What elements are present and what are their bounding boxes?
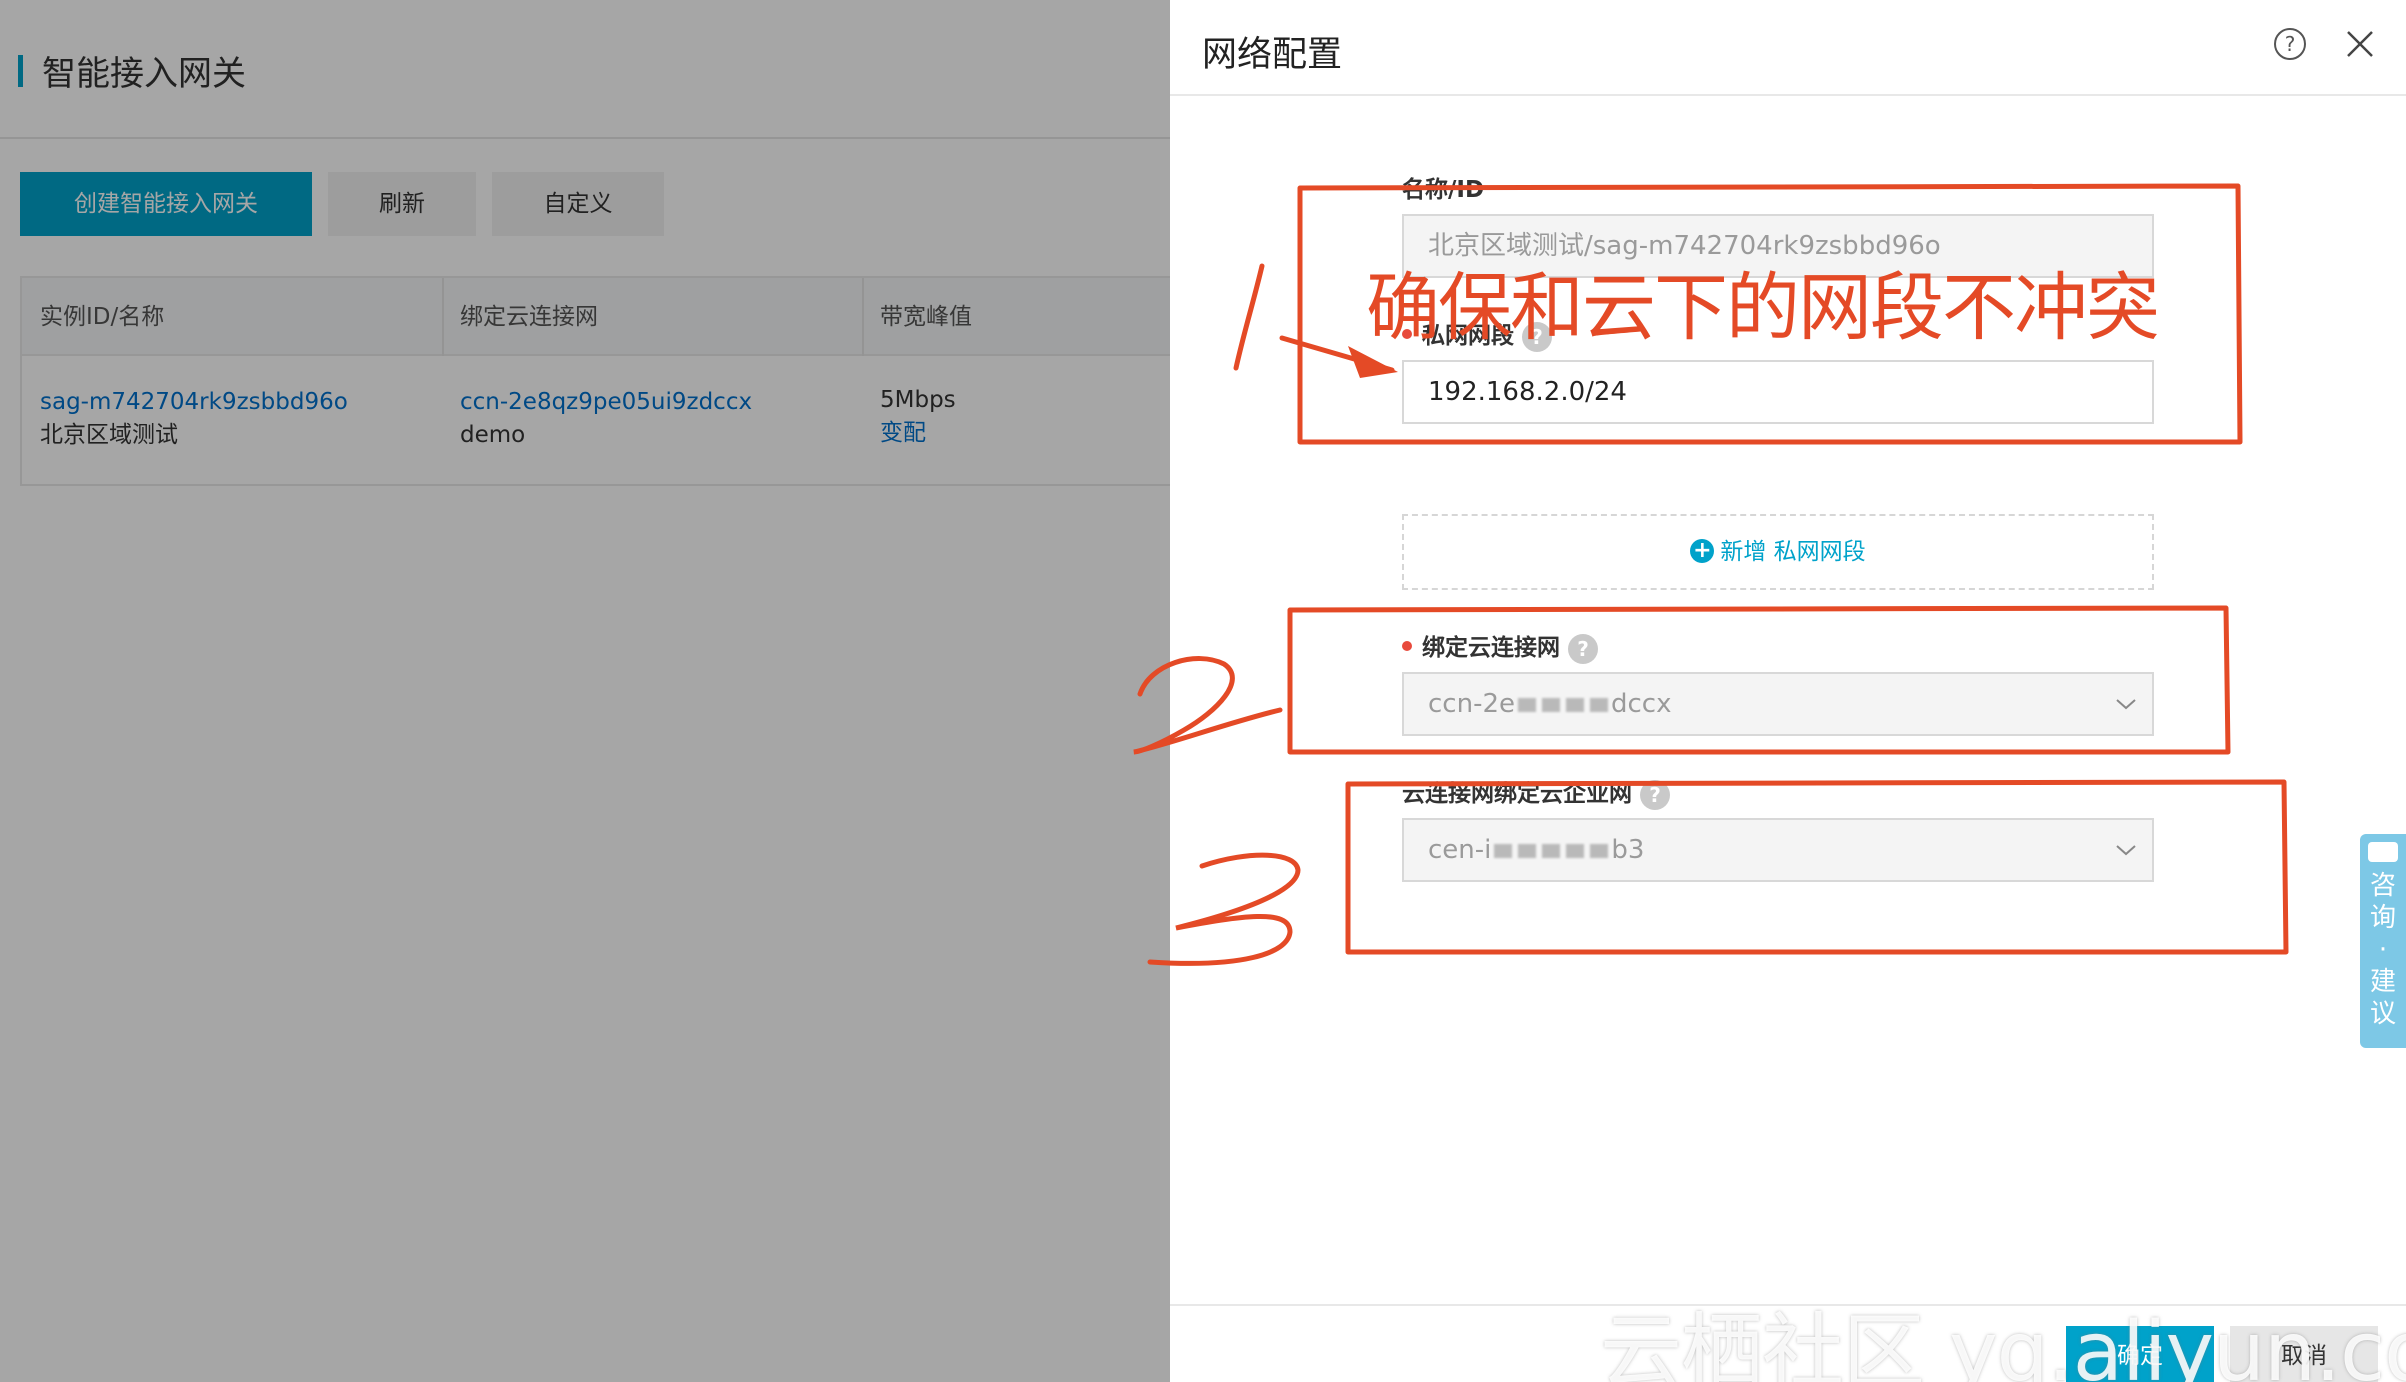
redacted-block xyxy=(1542,697,1560,712)
cen-label-row: 云连接网绑定云企业网? xyxy=(1402,774,1670,810)
name-label: 名称/ID xyxy=(1402,177,1485,203)
panel-header: 网络配置 ? xyxy=(1170,0,2406,96)
cen-value-suffix: b3 xyxy=(1611,835,1645,865)
modal-overlay[interactable] xyxy=(0,0,1170,1382)
ccn-select[interactable]: ccn-2e dccx xyxy=(1402,672,2154,736)
ccn-value-prefix: ccn-2e xyxy=(1428,689,1515,719)
feedback-label: 咨询·建议 xyxy=(2369,871,2396,1029)
network-config-panel: 网络配置 ? 名称/ID 北京区域测试/sag-m742704rk9zsbbd9… xyxy=(1170,0,2406,1382)
redacted-block xyxy=(1542,843,1561,858)
add-segment-label: 新增 私网网段 xyxy=(1720,539,1866,565)
redacted-block xyxy=(1590,843,1609,858)
watermark: 云栖社区 yq.aliyun.com xyxy=(1600,1305,2406,1382)
chevron-down-icon xyxy=(2116,699,2136,710)
redacted-block xyxy=(1494,843,1513,858)
add-private-segment-button[interactable]: + 新增 私网网段 xyxy=(1402,514,2154,590)
ccn-value-suffix: dccx xyxy=(1611,689,1672,719)
chat-icon xyxy=(2368,842,2398,862)
cen-select[interactable]: cen-i b3 xyxy=(1402,818,2154,882)
help-icon[interactable]: ? xyxy=(2274,28,2306,60)
redacted-block xyxy=(1518,697,1536,712)
annotation-note: 确保和云下的网段不冲突 xyxy=(1366,265,2160,351)
redacted-block xyxy=(1518,843,1537,858)
chevron-down-icon xyxy=(2116,845,2136,856)
cen-label: 云连接网绑定云企业网 xyxy=(1402,781,1632,807)
required-dot xyxy=(1402,640,1412,651)
cen-value-prefix: cen-i xyxy=(1428,835,1492,865)
plus-circle-icon: + xyxy=(1690,538,1715,563)
panel-title: 网络配置 xyxy=(1202,35,1343,75)
private-cidr-input[interactable]: 192.168.2.0/24 xyxy=(1402,360,2154,424)
ccn-label: 绑定云连接网 xyxy=(1422,635,1560,661)
ccn-label-row: 绑定云连接网? xyxy=(1402,628,1598,664)
redacted-block xyxy=(1566,843,1585,858)
redacted-block xyxy=(1590,697,1608,712)
close-icon[interactable] xyxy=(2342,26,2378,62)
feedback-tab[interactable]: 咨询·建议 xyxy=(2360,834,2406,1048)
question-icon[interactable]: ? xyxy=(1640,779,1670,810)
redacted-block xyxy=(1566,697,1584,712)
question-icon[interactable]: ? xyxy=(1568,633,1598,664)
